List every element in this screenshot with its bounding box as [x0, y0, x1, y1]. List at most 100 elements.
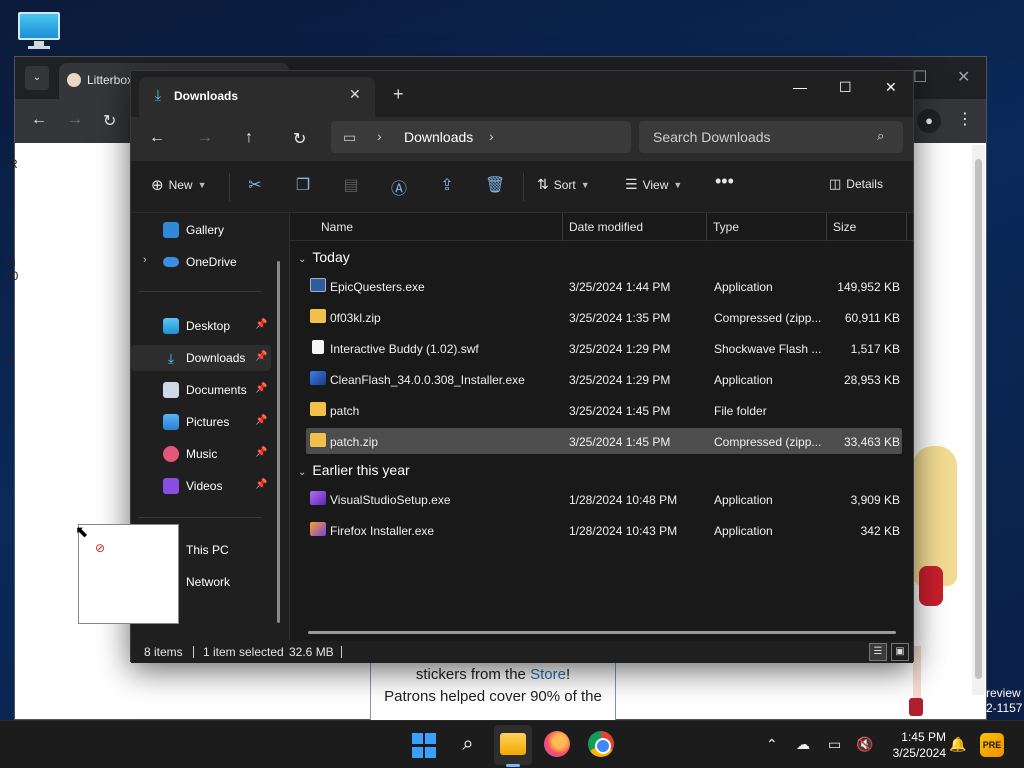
nav-item-pictures[interactable]: Pictures 📌 — [131, 409, 271, 435]
column-header-date[interactable]: Date modified — [569, 220, 643, 234]
explorer-tab-downloads[interactable]: ⤓ Downloads ✕ — [139, 77, 375, 117]
view-button[interactable]: ☰ View ▼ — [625, 176, 682, 193]
nav-item-gallery[interactable]: Gallery — [131, 217, 271, 243]
group-header-earlier[interactable]: ⌄ Earlier this year — [298, 462, 410, 478]
nav-scrollbar[interactable] — [277, 261, 280, 623]
copy-icon[interactable]: ❐ — [293, 175, 313, 195]
firefox-installer-icon — [310, 522, 326, 536]
this-pc-desktop-icon[interactable] — [16, 10, 62, 50]
pin-icon[interactable]: 📌 — [255, 351, 267, 362]
address-bar-row: ← → ↑ ↻ ▭ › Downloads › ⌕ — [131, 117, 913, 161]
search-input[interactable] — [653, 127, 863, 147]
nav-label: Gallery — [186, 223, 225, 237]
refresh-icon[interactable]: ↻ — [293, 129, 306, 149]
status-selected: 1 item selected — [203, 645, 284, 659]
pin-icon[interactable]: 📌 — [255, 447, 267, 458]
tab-close-icon[interactable]: ✕ — [349, 86, 361, 103]
nav-item-onedrive[interactable]: › OneDrive — [131, 249, 271, 275]
search-box[interactable]: ⌕ — [639, 121, 903, 153]
pin-icon[interactable]: 📌 — [255, 319, 267, 330]
browser-maximize-icon[interactable]: ☐ — [913, 67, 927, 87]
status-size: 32.6 MB — [289, 645, 334, 659]
onedrive-icon[interactable]: ☁ — [796, 736, 810, 753]
table-row[interactable]: Interactive Buddy (1.02).swf 3/25/2024 1… — [306, 335, 902, 361]
chevron-up-icon[interactable]: ⌃ — [766, 736, 778, 753]
pin-icon[interactable]: 📌 — [255, 415, 267, 426]
table-row[interactable]: EpicQuesters.exe 3/25/2024 1:44 PM Appli… — [306, 273, 902, 299]
chevron-right-icon[interactable]: › — [377, 128, 382, 144]
browser-close-icon[interactable]: ✕ — [957, 67, 970, 87]
minimize-icon[interactable]: — — [793, 79, 807, 95]
nav-item-videos[interactable]: Videos 📌 — [131, 473, 271, 499]
file-explorer-taskbar-icon[interactable] — [500, 733, 526, 755]
cut-icon[interactable]: ✂ — [245, 175, 265, 195]
up-arrow-icon[interactable]: ↑ — [245, 129, 253, 147]
delete-icon[interactable]: 🗑 — [485, 175, 505, 195]
browser-forward-icon[interactable]: → — [67, 111, 83, 129]
tiles-view-icon[interactable]: ▣ — [891, 643, 909, 661]
forward-arrow-icon[interactable]: → — [197, 129, 213, 147]
chevron-right-icon[interactable]: › — [143, 254, 147, 266]
new-tab-icon[interactable]: + — [393, 85, 404, 103]
pin-icon[interactable]: 📌 — [255, 383, 267, 394]
chevron-right-icon[interactable]: › — [489, 128, 494, 144]
group-header-today[interactable]: ⌄ Today — [298, 249, 350, 265]
new-button[interactable]: ⊕ New ▼ — [151, 176, 207, 194]
system-clock[interactable]: 1:45 PM 3/25/2024 — [884, 729, 946, 761]
column-header-type[interactable]: Type — [713, 220, 739, 234]
nav-label: Music — [186, 447, 218, 461]
browser-back-icon[interactable]: ← — [31, 111, 47, 129]
table-row-selected[interactable]: patch.zip 3/25/2024 1:45 PM Compressed (… — [306, 428, 902, 454]
table-row[interactable]: patch 3/25/2024 1:45 PM File folder — [306, 397, 902, 423]
address-bar[interactable]: ▭ › Downloads › — [331, 121, 631, 153]
file-explorer-window: ⤓ Downloads ✕ + — ☐ ✕ ← → ↑ ↻ ▭ › Downlo… — [130, 70, 914, 663]
mouse-cursor-icon: ⬉ — [75, 524, 89, 541]
sort-button[interactable]: ⇅ Sort ▼ — [537, 176, 590, 193]
column-header-size[interactable]: Size — [833, 220, 856, 234]
installer-icon — [310, 371, 326, 385]
display-icon[interactable]: ▭ — [828, 736, 841, 753]
rename-icon[interactable]: Ⓐ — [389, 175, 409, 199]
search-icon[interactable]: ⌕ — [455, 731, 481, 757]
page-fragment-3: 20 — [5, 269, 19, 283]
back-arrow-icon[interactable]: ← — [149, 129, 165, 147]
preview-badge-icon[interactable]: PRE — [980, 733, 1004, 757]
browser-reload-icon[interactable]: ↻ — [103, 111, 116, 131]
start-button[interactable] — [412, 733, 438, 759]
horizontal-scrollbar[interactable] — [308, 631, 896, 634]
details-button[interactable]: ◫ Details — [829, 176, 883, 192]
volume-muted-icon[interactable]: 🔇 — [856, 736, 873, 753]
profile-icon[interactable]: ● — [917, 109, 941, 133]
view-list-icon: ☰ — [625, 176, 638, 192]
table-row[interactable]: VisualStudioSetup.exe 1/28/2024 10:48 PM… — [306, 486, 902, 512]
paste-icon[interactable]: ▤ — [341, 175, 361, 195]
pin-icon[interactable]: 📌 — [255, 479, 267, 490]
nav-item-music[interactable]: Music 📌 — [131, 441, 271, 467]
browser-menu-icon[interactable]: ⋮ — [957, 109, 973, 129]
nav-item-downloads[interactable]: ⤓ Downloads 📌 — [131, 345, 271, 371]
browser-scroll-thumb[interactable] — [975, 159, 982, 679]
share-icon[interactable]: ⇪ — [437, 175, 457, 195]
page-fragment-4: F — [7, 353, 15, 367]
breadcrumb-downloads[interactable]: Downloads — [404, 129, 473, 145]
store-link[interactable]: Store — [530, 666, 566, 683]
drag-tooltip: ⊘ — [78, 524, 179, 624]
browser-scrollbar[interactable] — [972, 145, 985, 695]
tab-search-button[interactable]: ⌄ — [25, 66, 49, 90]
plus-circle-icon: ⊕ — [151, 177, 164, 194]
nav-item-documents[interactable]: Documents 📌 — [131, 377, 271, 403]
table-row[interactable]: CleanFlash_34.0.0.308_Installer.exe 3/25… — [306, 366, 902, 392]
chrome-taskbar-icon[interactable] — [588, 731, 614, 757]
maximize-icon[interactable]: ☐ — [839, 79, 852, 96]
nav-item-desktop[interactable]: Desktop 📌 — [131, 313, 271, 339]
details-view-icon[interactable]: ☰ — [869, 643, 887, 661]
more-options-icon[interactable]: ••• — [715, 171, 734, 192]
table-row[interactable]: 0f03kl.zip 3/25/2024 1:35 PM Compressed … — [306, 304, 902, 330]
column-header-name[interactable]: Name — [321, 220, 353, 234]
notification-bell-icon[interactable]: 🔔 — [949, 736, 966, 753]
pictures-icon — [163, 414, 179, 430]
file-list: Name Date modified Type Size ⌄ Today Epic… — [289, 213, 913, 641]
firefox-taskbar-icon[interactable] — [544, 731, 570, 757]
table-row[interactable]: Firefox Installer.exe 1/28/2024 10:43 PM… — [306, 517, 902, 543]
close-icon[interactable]: ✕ — [885, 79, 897, 96]
